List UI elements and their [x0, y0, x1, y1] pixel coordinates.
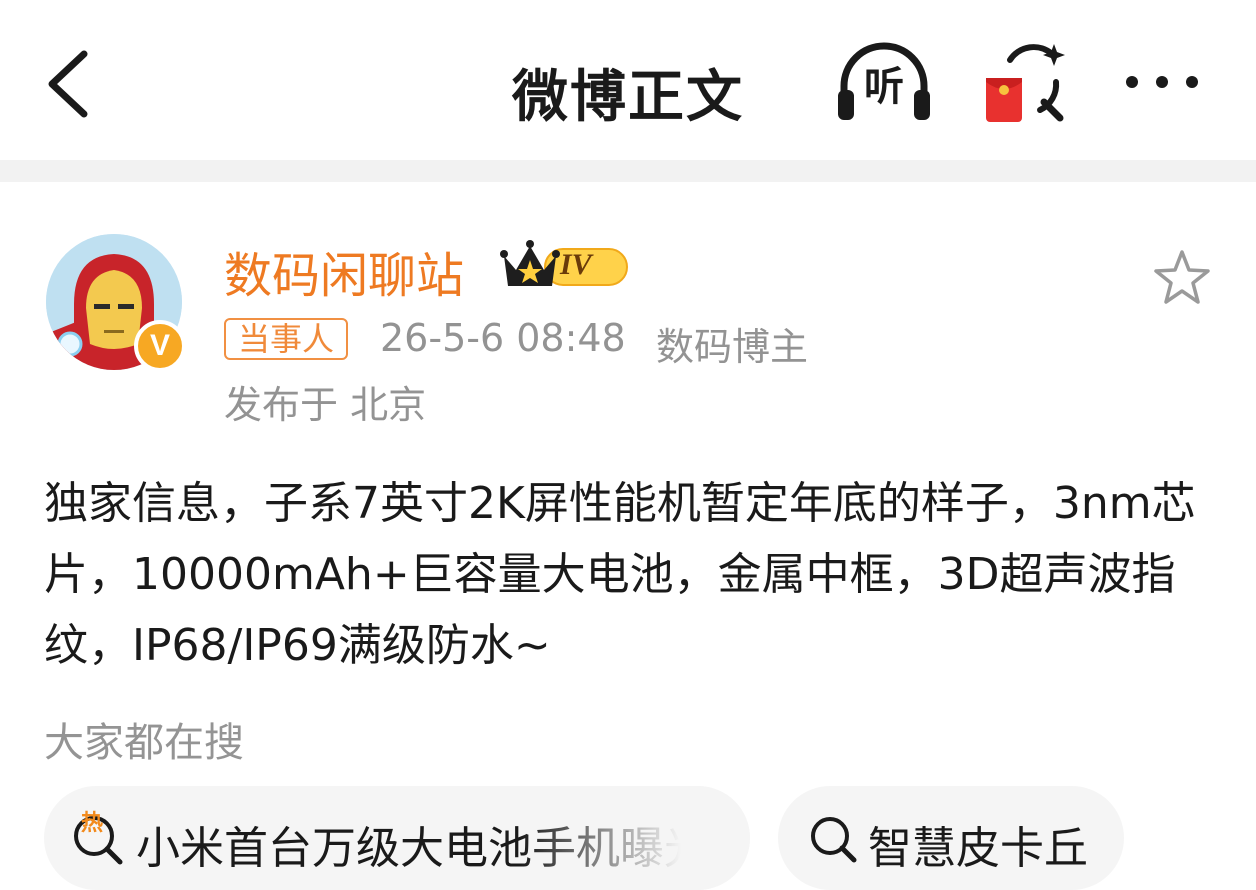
listen-label: 听 — [864, 64, 904, 110]
hot-search-icon: 热 — [74, 810, 123, 865]
level-label: IV — [560, 248, 592, 281]
red-packet-search-icon — [986, 44, 1065, 122]
trending-chip-label: 智慧皮卡丘 — [868, 823, 1088, 874]
listen-button[interactable]: 听 — [834, 40, 934, 124]
crown-icon — [500, 240, 560, 286]
top-nav-bar: 微博正文 听 — [0, 0, 1256, 160]
post-content: 独家信息，子系7英寸2K屏性能机暂定年底的样子，3nm芯片，10000mAh+巨… — [44, 478, 1196, 671]
red-packet-search-button[interactable] — [980, 40, 1070, 124]
author-name[interactable]: 数码闲聊站 — [224, 236, 464, 306]
more-dots-icon — [1126, 76, 1198, 88]
verified-badge-icon: V — [134, 320, 186, 372]
party-tag: 当事人 — [224, 318, 349, 360]
trending-chip[interactable]: 热 小米首台万级大电池手机曝光 — [44, 786, 750, 890]
post-time: 26-5-6 08:48 — [380, 316, 626, 360]
post-location: 发布于 北京 — [224, 383, 427, 427]
search-icon — [811, 817, 857, 863]
trending-chip[interactable]: 智慧皮卡丘 — [778, 786, 1124, 890]
star-icon — [1154, 250, 1210, 304]
trending-title: 大家都在搜 — [44, 720, 244, 766]
more-button[interactable] — [1118, 62, 1208, 102]
section-divider — [0, 160, 1256, 182]
favorite-button[interactable] — [1150, 246, 1214, 310]
chip-fade-overlay — [520, 786, 750, 890]
vip-level-badge[interactable]: IV — [498, 238, 634, 294]
author-role: 数码博主 — [656, 325, 809, 369]
svg-text:热: 热 — [81, 810, 103, 836]
